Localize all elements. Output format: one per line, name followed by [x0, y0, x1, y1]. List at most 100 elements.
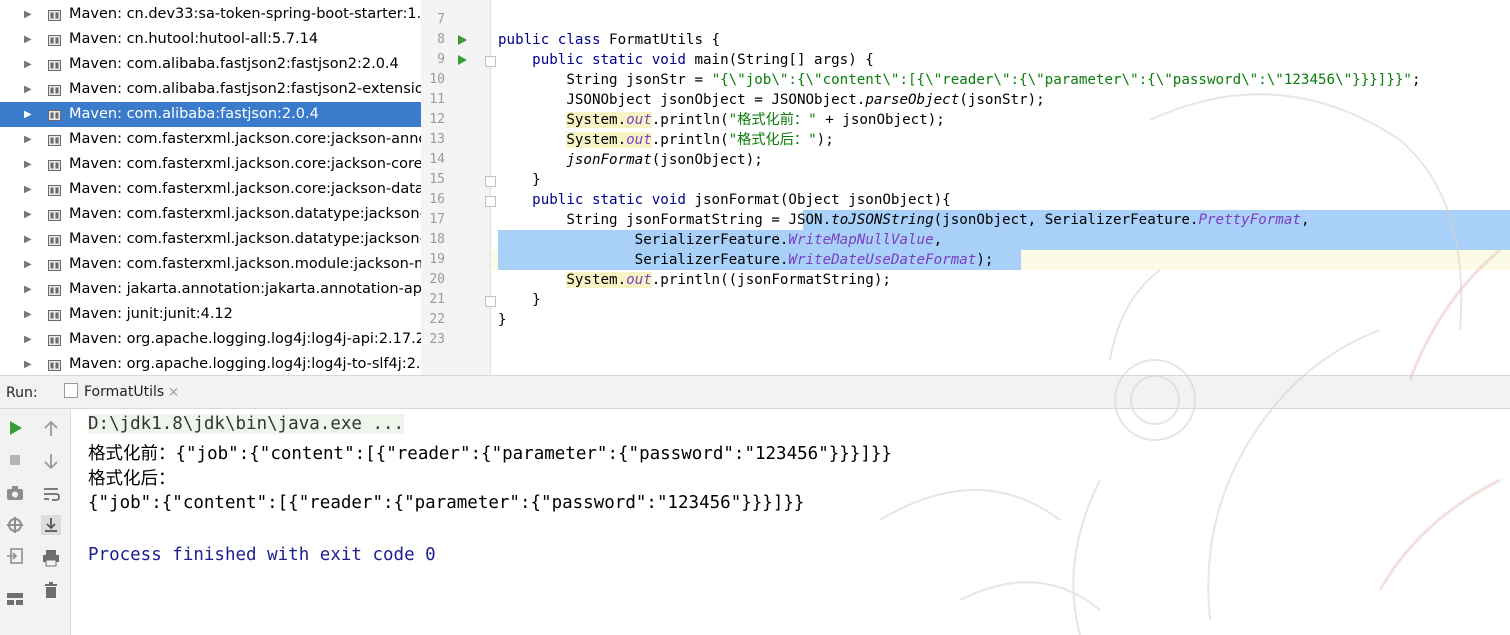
- run-tab[interactable]: FormatUtils ×: [58, 376, 189, 409]
- library-icon: [48, 285, 61, 296]
- scroll-down-icon[interactable]: [41, 451, 61, 471]
- tree-item[interactable]: ▶ Maven: cn.hutool:hutool-all:5.7.14: [0, 27, 421, 52]
- run-config-icon: [64, 383, 78, 398]
- code-line: JSONObject jsonObject = JSONObject.parse…: [566, 92, 1045, 108]
- code-line: }: [532, 172, 541, 188]
- library-icon: [48, 210, 61, 221]
- tree-item-label: Maven: com.fasterxml.jackson.core:jackso…: [69, 156, 421, 172]
- console-command-line: D:\jdk1.8\jdk\bin\java.exe ...: [88, 414, 405, 434]
- tree-item-label: Maven: junit:junit:4.12: [69, 306, 233, 322]
- code-line: System.out.println("格式化后：");: [566, 132, 834, 148]
- expand-arrow-icon[interactable]: ▶: [24, 302, 32, 327]
- library-icon: [48, 235, 61, 246]
- expand-arrow-icon[interactable]: ▶: [24, 177, 32, 202]
- fold-icon[interactable]: [485, 196, 496, 207]
- run-tab-label: FormatUtils: [84, 384, 165, 400]
- login-icon[interactable]: [5, 546, 25, 566]
- expand-arrow-icon[interactable]: ▶: [24, 102, 32, 127]
- close-tab-icon[interactable]: ×: [168, 385, 179, 400]
- tree-item-label: Maven: cn.dev33:sa-token-spring-boot-sta…: [69, 6, 421, 22]
- tree-item[interactable]: ▶ Maven: com.alibaba.fastjson2:fastjson2…: [0, 77, 421, 102]
- expand-arrow-icon[interactable]: ▶: [24, 227, 32, 252]
- tree-item[interactable]: ▶ Maven: com.fasterxml.jackson.core:jack…: [0, 152, 421, 177]
- scroll-up-icon[interactable]: [41, 419, 61, 439]
- print-icon[interactable]: [41, 548, 61, 568]
- tree-item[interactable]: ▶ Maven: com.fasterxml.jackson.core:jack…: [0, 127, 421, 152]
- expand-arrow-icon[interactable]: ▶: [24, 352, 32, 375]
- expand-arrow-icon[interactable]: ▶: [24, 77, 32, 102]
- tree-item[interactable]: ▶ Maven: org.apache.logging.log4j:log4j-…: [0, 327, 421, 352]
- soft-wrap-icon[interactable]: [41, 484, 61, 504]
- code-line: public static void jsonFormat(Object jso…: [532, 192, 951, 208]
- line-number: 11: [429, 92, 445, 107]
- console-line: 格式化后：: [88, 469, 176, 489]
- expand-arrow-icon[interactable]: ▶: [24, 2, 32, 27]
- tree-item-label: Maven: com.fasterxml.jackson.datatype:ja…: [69, 206, 421, 222]
- library-icon: [48, 360, 61, 371]
- line-number: 23: [429, 332, 445, 347]
- code-editor[interactable]: 7 8 9 10 11 12 13 14 15 16 17 18 19 20 2…: [421, 0, 1510, 375]
- tree-item[interactable]: ▶ Maven: junit:junit:4.12: [0, 302, 421, 327]
- expand-arrow-icon[interactable]: ▶: [24, 327, 32, 352]
- run-panel-title: Run:: [6, 385, 38, 401]
- restore-layout-icon[interactable]: [5, 515, 25, 535]
- fold-icon[interactable]: [485, 176, 496, 187]
- line-number: 12: [429, 112, 445, 127]
- tree-item-label: Maven: org.apache.logging.log4j:log4j-ap…: [69, 331, 421, 347]
- tree-item-label: Maven: org.apache.logging.log4j:log4j-to…: [69, 356, 421, 372]
- fold-icon[interactable]: [485, 296, 496, 307]
- line-number: 19: [429, 252, 445, 267]
- expand-arrow-icon[interactable]: ▶: [24, 202, 32, 227]
- project-tree: ▶ Maven: cn.dev33:sa-token-spring-boot-s…: [0, 0, 421, 375]
- line-number: 16: [429, 192, 445, 207]
- expand-arrow-icon[interactable]: ▶: [24, 152, 32, 177]
- fold-icon[interactable]: [485, 56, 496, 67]
- tree-item[interactable]: ▶ Maven: com.fasterxml.jackson.datatype:…: [0, 202, 421, 227]
- expand-arrow-icon[interactable]: ▶: [24, 252, 32, 277]
- code-line: System.out.println((jsonFormatString);: [566, 272, 891, 288]
- trash-icon[interactable]: [41, 580, 61, 600]
- expand-arrow-icon[interactable]: ▶: [24, 127, 32, 152]
- expand-arrow-icon[interactable]: ▶: [24, 27, 32, 52]
- run-toolbar: [0, 409, 71, 635]
- tree-item[interactable]: ▶ Maven: com.fasterxml.jackson.core:jack…: [0, 177, 421, 202]
- code-line: public class FormatUtils {: [498, 32, 721, 48]
- camera-icon[interactable]: [5, 483, 25, 503]
- tree-item-selected[interactable]: ▶ Maven: com.alibaba:fastjson:2.0.4: [0, 102, 421, 127]
- tree-item[interactable]: ▶ Maven: com.alibaba.fastjson2:fastjson2…: [0, 52, 421, 77]
- code-line: SerializerFeature.WriteDateUseDateFormat…: [634, 252, 994, 268]
- editor-gutter[interactable]: 7 8 9 10 11 12 13 14 15 16 17 18 19 20 2…: [421, 0, 496, 375]
- library-icon: [48, 60, 61, 71]
- library-icon: [48, 160, 61, 171]
- scroll-to-end-icon[interactable]: [41, 515, 61, 535]
- code-line: SerializerFeature.WriteMapNullValue,: [634, 232, 943, 248]
- line-number: 7: [437, 12, 445, 27]
- tree-item[interactable]: ▶ Maven: org.apache.logging.log4j:log4j-…: [0, 352, 421, 375]
- stop-icon[interactable]: [5, 450, 25, 470]
- code-line: System.out.println("格式化前：" + jsonObject)…: [566, 112, 945, 128]
- code-line: String jsonStr = "{\"job\":{\"content\":…: [566, 72, 1421, 88]
- tree-item[interactable]: ▶ Maven: com.fasterxml.jackson.datatype:…: [0, 227, 421, 252]
- tree-item-label: Maven: com.alibaba.fastjson2:fastjson2:2…: [69, 56, 399, 72]
- library-icon: [48, 310, 61, 321]
- run-main-icon[interactable]: [458, 55, 467, 65]
- run-class-icon[interactable]: [458, 35, 467, 45]
- layout-icon[interactable]: [5, 589, 25, 609]
- line-number: 20: [429, 272, 445, 287]
- library-icon: [48, 335, 61, 346]
- line-number: 8: [437, 32, 445, 47]
- tree-item-label: Maven: com.alibaba.fastjson2:fastjson2-e…: [69, 81, 421, 97]
- tree-item-label: Maven: com.alibaba:fastjson:2.0.4: [69, 106, 319, 122]
- tree-item[interactable]: ▶ Maven: cn.dev33:sa-token-spring-boot-s…: [0, 2, 421, 27]
- rerun-icon[interactable]: [5, 418, 25, 438]
- tree-item[interactable]: ▶ Maven: com.fasterxml.jackson.module:ja…: [0, 252, 421, 277]
- expand-arrow-icon[interactable]: ▶: [24, 52, 32, 77]
- code-line: public static void main(String[] args) {: [532, 52, 874, 68]
- library-icon: [48, 35, 61, 46]
- code-line: String jsonFormatString = JSON.toJSONStr…: [566, 212, 1310, 228]
- tree-item[interactable]: ▶ Maven: jakarta.annotation:jakarta.anno…: [0, 277, 421, 302]
- expand-arrow-icon[interactable]: ▶: [24, 277, 32, 302]
- library-icon: [48, 85, 61, 96]
- console-output[interactable]: D:\jdk1.8\jdk\bin\java.exe ... 格式化前：{"jo…: [71, 409, 1510, 635]
- line-number: 10: [429, 72, 445, 87]
